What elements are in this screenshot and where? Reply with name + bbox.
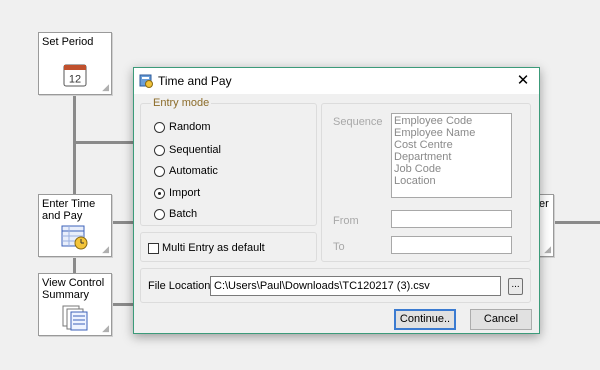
radio-button[interactable] — [154, 121, 165, 133]
calendar-number: 12 — [69, 74, 81, 86]
list-item[interactable]: Cost Centre — [394, 139, 509, 151]
connector-line — [73, 141, 135, 144]
calendar-icon: 12 — [63, 63, 87, 87]
radio-import[interactable]: Import — [154, 186, 200, 200]
radio-batch[interactable]: Batch — [154, 207, 197, 221]
multi-entry-checkbox-row[interactable]: Multi Entry as default — [148, 242, 265, 254]
view-control-summary-node[interactable]: View Control Summary ◢ — [38, 273, 112, 336]
list-item[interactable]: Employee Code — [394, 115, 509, 127]
resize-grip-icon: ◢ — [102, 82, 109, 92]
app-icon — [139, 74, 153, 88]
to-label: To — [333, 241, 345, 253]
dialog-titlebar: Time and Pay ✕ — [134, 68, 539, 94]
continue-button[interactable]: Continue.. — [394, 309, 456, 330]
set-period-label: Set Period — [42, 36, 94, 48]
view-control-line2: Summary — [42, 289, 90, 301]
to-input[interactable] — [391, 236, 512, 254]
radio-label: Import — [169, 187, 201, 199]
enter-time-line1: Enter Time — [42, 198, 96, 210]
resize-grip-icon: ◢ — [544, 244, 551, 254]
radio-sequential[interactable]: Sequential — [154, 143, 221, 157]
connector-line — [73, 255, 76, 273]
close-icon[interactable]: ✕ — [513, 71, 533, 91]
sequence-listbox[interactable]: Employee Code Employee Name Cost Centre … — [391, 113, 512, 198]
enter-time-pay-node[interactable]: Enter Time and Pay ◢ — [38, 194, 112, 257]
resize-grip-icon: ◢ — [102, 323, 109, 333]
radio-random[interactable]: Random — [154, 120, 211, 134]
from-label: From — [333, 215, 359, 227]
set-period-node[interactable]: Set Period 12 ◢ — [38, 32, 112, 95]
list-item[interactable]: Department — [394, 151, 509, 163]
radio-automatic[interactable]: Automatic — [154, 164, 218, 178]
view-control-line1: View Control — [42, 277, 105, 289]
connector-line — [552, 221, 600, 224]
radio-label: Batch — [169, 208, 198, 220]
resize-grip-icon: ◢ — [102, 244, 109, 254]
browse-button[interactable]: ... — [508, 278, 523, 295]
radio-label: Automatic — [169, 165, 218, 177]
connector-line — [110, 303, 135, 306]
list-item[interactable]: Location — [394, 175, 509, 187]
time-and-pay-dialog: Time and Pay ✕ Entry mode Random Sequent… — [133, 67, 540, 334]
enter-time-pay-label: Enter Time and Pay — [42, 198, 95, 222]
entry-mode-legend: Entry mode — [151, 97, 212, 109]
from-input[interactable] — [391, 210, 512, 228]
dialog-title: Time and Pay — [158, 74, 232, 88]
radio-button-selected[interactable] — [154, 187, 165, 199]
radio-button[interactable] — [154, 208, 165, 220]
multi-entry-checkbox[interactable] — [148, 242, 159, 254]
list-item[interactable]: Employee Name — [394, 127, 509, 139]
connector-line — [110, 221, 135, 224]
sequence-label: Sequence — [333, 116, 383, 128]
list-item[interactable]: Job Code — [394, 163, 509, 175]
radio-label: Sequential — [169, 144, 221, 156]
timesheet-clock-icon — [61, 225, 89, 251]
radio-button[interactable] — [154, 144, 165, 156]
connector-line — [73, 95, 76, 195]
enter-time-line2: and Pay — [42, 210, 83, 222]
partial-node-label: er — [539, 198, 549, 210]
file-location-input[interactable]: C:\Users\Paul\Downloads\TC120217 (3).csv — [210, 276, 501, 296]
file-location-label: File Location — [148, 280, 211, 292]
radio-button[interactable] — [154, 165, 165, 177]
view-control-summary-label: View Control Summary — [42, 277, 104, 301]
cancel-button[interactable]: Cancel — [470, 309, 532, 330]
radio-label: Random — [169, 121, 211, 133]
multi-entry-label: Multi Entry as default — [162, 242, 265, 254]
report-pages-icon — [61, 304, 89, 332]
